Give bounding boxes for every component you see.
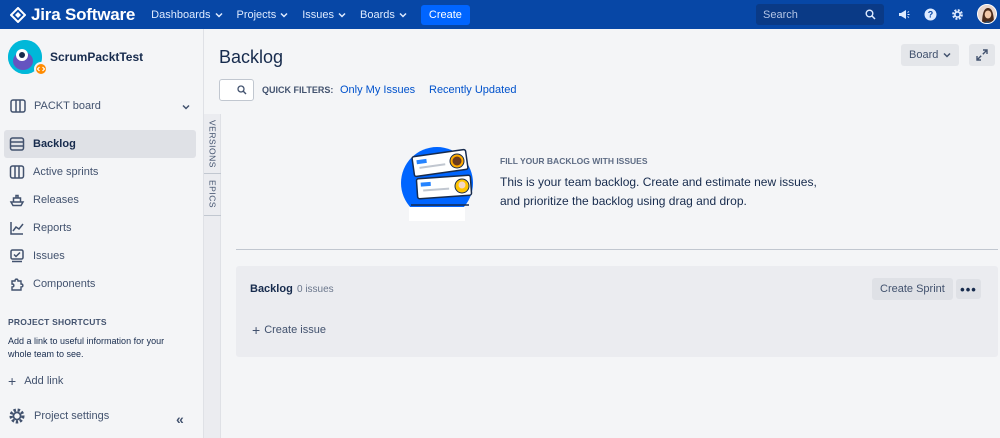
user-avatar[interactable] <box>977 4 997 24</box>
backlog-side-tabs: VERSIONS EPICS <box>204 114 221 438</box>
sidebar-item-label: Issues <box>33 250 65 262</box>
ship-icon <box>9 194 25 207</box>
board-selector-label: PACKT board <box>34 100 101 112</box>
board-button-label: Board <box>909 49 939 61</box>
more-actions-button[interactable]: ••• <box>956 279 981 299</box>
chevron-down-icon <box>280 12 288 18</box>
nav-projects[interactable]: Projects <box>237 9 289 21</box>
create-issue-button[interactable]: + Create issue <box>252 322 326 338</box>
board-icon <box>10 99 26 113</box>
expand-icon <box>976 49 988 61</box>
empty-state-text: This is your team backlog. Create and es… <box>500 175 817 208</box>
jira-logo-icon <box>10 6 26 23</box>
backlog-issue-count: 0 issues <box>297 284 334 295</box>
collapse-sidebar-icon[interactable]: « <box>176 411 184 427</box>
issues-icon <box>10 249 24 263</box>
add-link-button[interactable]: + Add link <box>8 373 63 389</box>
search-icon <box>865 9 876 20</box>
board-columns-icon <box>9 165 25 179</box>
tab-epics-label: EPICS <box>207 180 218 209</box>
help-icon[interactable]: ? <box>924 8 937 21</box>
user-avatar-icon <box>978 5 996 23</box>
nav-issues-label: Issues <box>302 8 335 21</box>
sidebar-item-issues[interactable]: Issues <box>4 242 196 270</box>
empty-backlog-illustration <box>401 147 473 221</box>
empty-state-heading: FILL YOUR BACKLOG WITH ISSUES <box>500 156 648 166</box>
sidebar-item-releases[interactable]: Releases <box>4 186 196 214</box>
create-issue-label: Create issue <box>264 324 326 336</box>
megaphone-icon[interactable] <box>897 8 910 21</box>
sidebar-item-active-sprints[interactable]: Active sprints <box>4 158 196 186</box>
top-navigation-bar: Jira Software Dashboards Projects Issues… <box>0 0 1000 29</box>
nav-boards-label: Boards <box>360 8 395 21</box>
chevron-down-icon <box>338 12 346 18</box>
project-name: ScrumPacktTest <box>50 50 144 64</box>
sidebar-item-components[interactable]: Components <box>4 270 196 298</box>
project-settings-label: Project settings <box>34 410 110 422</box>
project-type-badge <box>34 62 48 76</box>
gear-icon <box>9 408 25 424</box>
quick-filter-recently-updated[interactable]: Recently Updated <box>429 84 516 96</box>
quick-filters-label: QUICK FILTERS: <box>262 85 334 95</box>
page-title: Backlog <box>219 47 284 67</box>
chevron-down-icon <box>399 12 407 18</box>
quick-filter-only-my-issues[interactable]: Only My Issues <box>340 84 415 96</box>
code-icon <box>36 66 46 72</box>
nav-projects-label: Projects <box>236 8 277 21</box>
settings-icon[interactable] <box>951 8 964 21</box>
backlog-search-input[interactable] <box>219 79 254 101</box>
nav-dashboards-label: Dashboards <box>151 8 211 21</box>
project-shortcuts-heading: PROJECT SHORTCUTS <box>8 317 107 327</box>
nav-issues[interactable]: Issues <box>302 9 346 21</box>
chevron-down-icon <box>182 104 190 110</box>
backlog-main-panel: Backlog Board QUICK FILTERS: Only My Iss… <box>203 29 1000 438</box>
fullscreen-button[interactable] <box>969 44 995 66</box>
sidebar-item-backlog[interactable]: Backlog <box>4 130 196 158</box>
sidebar-item-label: Backlog <box>33 138 76 150</box>
board-dropdown-button[interactable]: Board <box>901 44 960 66</box>
backlog-section-title: Backlog <box>250 283 293 295</box>
nav-dashboards[interactable]: Dashboards <box>151 8 223 21</box>
svg-text:?: ? <box>928 10 934 20</box>
chart-icon <box>10 222 24 235</box>
product-name: Jira Software <box>31 4 136 24</box>
backlog-icon <box>9 137 25 151</box>
project-header[interactable]: ScrumPacktTest <box>8 40 144 76</box>
create-button[interactable]: Create <box>420 4 470 25</box>
search-icon <box>237 85 247 95</box>
tab-versions[interactable]: VERSIONS <box>204 114 221 174</box>
project-settings-link[interactable]: Project settings <box>8 407 109 425</box>
backlog-container: Backlog 0 issues Create Sprint ••• + Cre… <box>236 266 998 357</box>
jira-logo[interactable]: Jira Software <box>10 5 135 25</box>
project-shortcuts-description: Add a link to useful information for you… <box>8 336 165 359</box>
sidebar-item-label: Reports <box>33 222 72 234</box>
sidebar-item-label: Releases <box>33 194 79 206</box>
create-sprint-button[interactable]: Create Sprint <box>872 278 953 300</box>
plus-icon: + <box>252 322 261 338</box>
puzzle-icon <box>11 278 24 291</box>
project-avatar <box>8 40 48 76</box>
board-selector[interactable]: PACKT board <box>10 99 190 113</box>
sidebar-item-label: Components <box>33 278 96 290</box>
search-placeholder: Search <box>763 8 798 21</box>
add-link-label: Add link <box>24 375 64 387</box>
chevron-down-icon <box>943 52 951 58</box>
sidebar-item-reports[interactable]: Reports <box>4 214 196 242</box>
tab-versions-label: VERSIONS <box>207 119 218 168</box>
plus-icon: + <box>8 373 17 389</box>
nav-boards[interactable]: Boards <box>360 9 407 21</box>
project-sidebar: ScrumPacktTest PACKT board Backlog Activ… <box>0 29 203 438</box>
divider <box>236 249 998 250</box>
chevron-down-icon <box>214 12 223 18</box>
search-input[interactable]: Search <box>756 4 884 25</box>
sidebar-item-label: Active sprints <box>33 166 99 178</box>
tab-epics[interactable]: EPICS <box>204 174 221 216</box>
